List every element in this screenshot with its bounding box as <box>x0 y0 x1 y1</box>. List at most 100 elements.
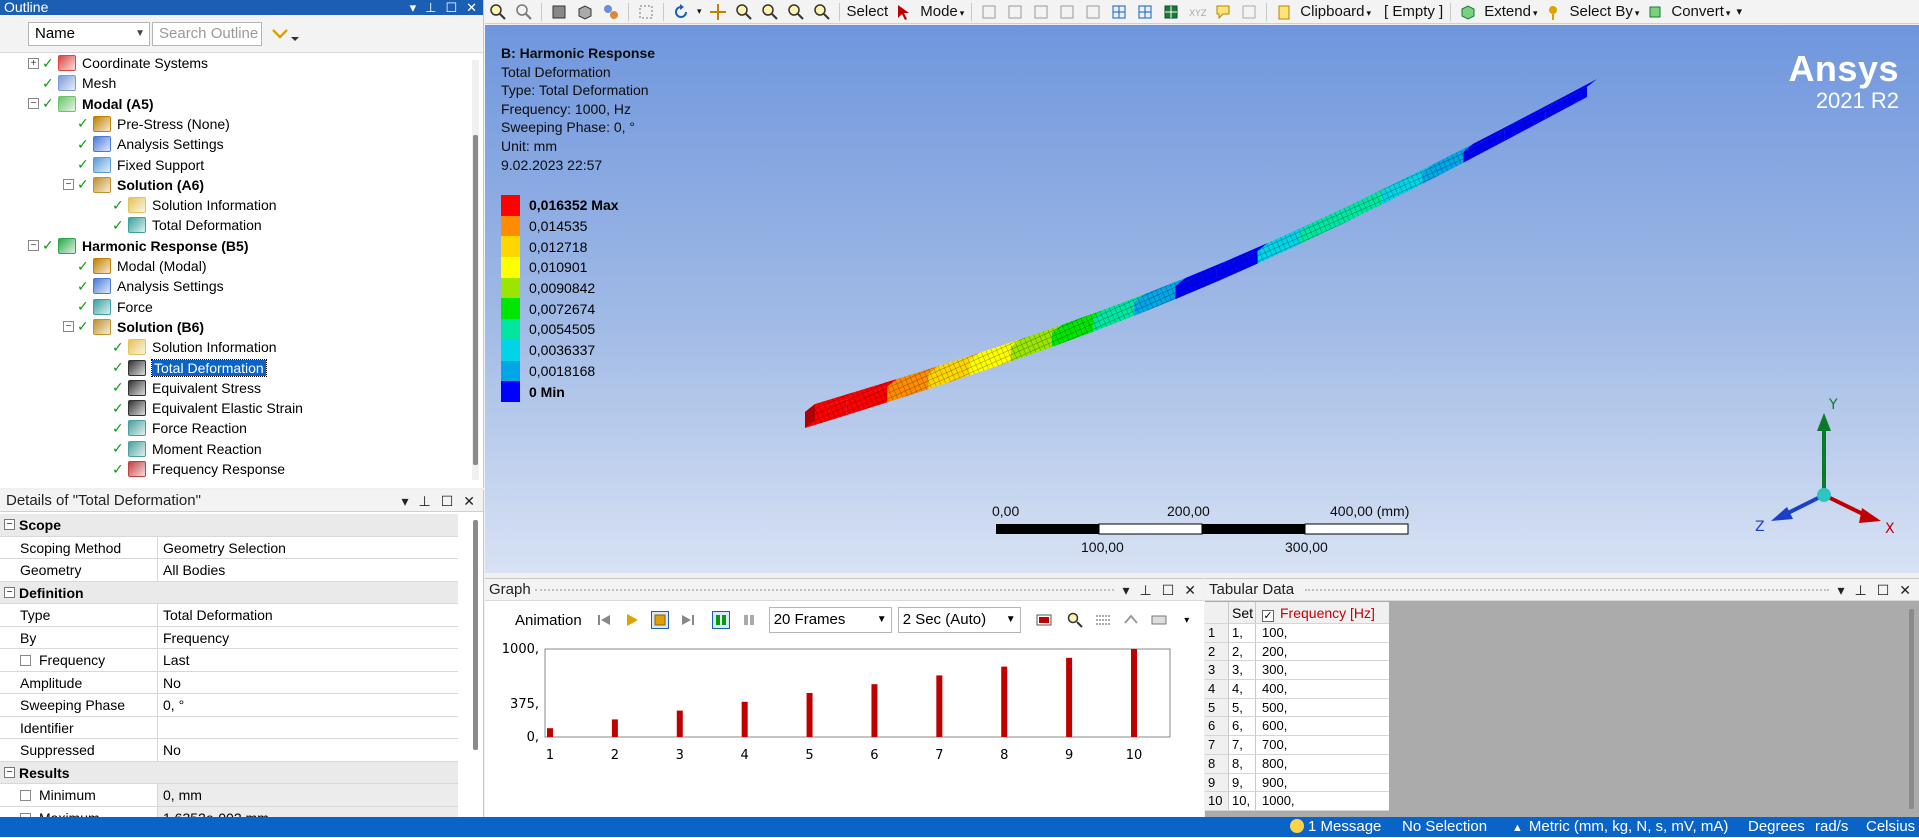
unit-system-status[interactable]: ▲ Metric (mm, kg, N, s, mV, mA) <box>1512 817 1728 838</box>
zoom-out-icon[interactable] <box>515 3 533 21</box>
property-value[interactable]: No <box>158 672 458 694</box>
details-property-row[interactable]: Geometry All Bodies <box>0 559 458 582</box>
tree-expander-icon[interactable]: − <box>28 240 39 252</box>
distributed-frames-icon[interactable] <box>711 611 730 629</box>
property-value[interactable]: Total Deformation <box>158 604 458 626</box>
details-group-header[interactable]: − Scope <box>0 514 458 537</box>
details-property-row[interactable]: Amplitude No <box>0 671 458 694</box>
expand-filter-icon[interactable] <box>270 25 300 45</box>
panel-menu-icon[interactable]: ▾ <box>1122 579 1129 601</box>
set-cell[interactable]: 4, <box>1229 680 1256 698</box>
tree-expander-icon[interactable]: − <box>63 321 74 333</box>
body-mode-icon[interactable] <box>1058 3 1076 21</box>
mesh-select-icon[interactable] <box>1162 3 1180 21</box>
element-face-icon[interactable] <box>1136 3 1154 21</box>
next-frame-icon[interactable] <box>679 611 697 629</box>
tree-node[interactable]: ✓ Force <box>63 297 153 317</box>
set-cell[interactable]: 3, <box>1229 661 1256 680</box>
set-cell[interactable]: 9, <box>1229 773 1256 792</box>
select-by-icon[interactable] <box>1544 3 1562 21</box>
table-row[interactable]: 1 1, 100, <box>1205 624 1389 643</box>
name-filter-dropdown[interactable]: Name ▼ <box>28 22 150 46</box>
element-select-icon[interactable] <box>1110 3 1128 21</box>
frequency-cell[interactable]: 600, <box>1256 717 1389 735</box>
zoom-graph-icon[interactable] <box>1066 611 1084 629</box>
close-icon[interactable]: ✕ <box>466 0 477 15</box>
pin-icon[interactable]: ⊥ <box>419 490 431 512</box>
maximize-icon[interactable]: ☐ <box>441 490 454 512</box>
pan-icon[interactable] <box>709 3 727 21</box>
node-select-icon[interactable] <box>1084 3 1102 21</box>
set-cell[interactable]: 5, <box>1229 698 1256 717</box>
tree-expander-icon[interactable]: − <box>63 179 74 191</box>
frequency-bar-chart[interactable]: 1000, 375, 0, 1 2 3 4 5 6 7 8 9 10 <box>485 639 1204 818</box>
close-icon[interactable]: ✕ <box>1899 579 1911 601</box>
table-row[interactable]: 8 8, 800, <box>1205 754 1389 774</box>
details-property-row[interactable]: Minimum 0, mm <box>0 784 458 807</box>
graph-options-icon[interactable] <box>1150 611 1168 629</box>
clipboard-dropdown[interactable]: Clipboard ▾ <box>1300 3 1371 20</box>
set-cell[interactable]: 10, <box>1229 792 1256 810</box>
tree-node[interactable]: ✓ Total Deformation <box>98 215 262 235</box>
set-cell[interactable]: 6, <box>1229 717 1256 736</box>
extend-icon[interactable] <box>1459 3 1477 21</box>
details-property-row[interactable]: Maximum 1,6352e-002 mm <box>0 806 458 817</box>
tree-node[interactable]: ✓ Equivalent Elastic Strain <box>98 398 303 418</box>
vertex-select-icon[interactable] <box>980 3 998 21</box>
property-value[interactable]: Last <box>158 649 458 671</box>
property-value[interactable]: Geometry Selection <box>158 537 458 559</box>
frequency-column-header[interactable]: ✓ Frequency [Hz] <box>1256 602 1389 623</box>
collapse-icon[interactable]: − <box>4 766 15 778</box>
toolbar-overflow-icon[interactable]: ▾ <box>1736 5 1742 18</box>
frequency-cell[interactable]: 200, <box>1256 643 1389 661</box>
details-property-row[interactable]: Frequency Last <box>0 649 458 672</box>
graph-overflow-icon[interactable]: ▾ <box>1178 611 1196 629</box>
tree-node[interactable]: ✓ Total Deformation <box>98 358 267 378</box>
multi-body-icon[interactable] <box>602 3 620 21</box>
property-value[interactable]: All Bodies <box>158 559 458 581</box>
face-mode-icon[interactable] <box>1032 3 1050 21</box>
table-row[interactable]: 10 10, 1000, <box>1205 792 1389 811</box>
result-sets-icon[interactable] <box>740 611 758 629</box>
parameter-checkbox[interactable] <box>20 655 31 666</box>
set-cell[interactable]: 8, <box>1229 754 1256 773</box>
frequency-cell[interactable]: 900, <box>1256 774 1389 792</box>
messages-status[interactable]: 1 Message <box>1290 817 1381 837</box>
tree-node[interactable]: ✓ Pre-Stress (None) <box>63 114 230 134</box>
details-property-row[interactable]: Scoping Method Geometry Selection <box>0 536 458 559</box>
tree-node[interactable]: ✓ Mesh <box>28 73 116 93</box>
collapse-icon[interactable]: − <box>4 586 15 598</box>
previous-frame-icon[interactable] <box>595 611 613 629</box>
maximize-icon[interactable]: ☐ <box>445 0 457 15</box>
rotation-unit-status[interactable]: rad/s <box>1815 817 1848 837</box>
set-column-header[interactable]: Set <box>1229 602 1256 623</box>
tree-node[interactable]: ✓ Fixed Support <box>63 155 204 175</box>
table-row[interactable]: 5 5, 500, <box>1205 698 1389 718</box>
search-outline-input[interactable]: Search Outline <box>152 22 262 46</box>
property-value[interactable]: No <box>158 739 458 761</box>
face-select-icon[interactable] <box>576 3 594 21</box>
panel-menu-icon[interactable]: ▾ <box>410 0 417 15</box>
tree-expander-icon[interactable]: + <box>28 57 39 69</box>
tree-node[interactable]: − ✓ Modal (A5) <box>28 94 154 114</box>
property-value[interactable]: 0, mm <box>158 784 458 806</box>
frequency-cell[interactable]: 100, <box>1256 624 1389 642</box>
pin-icon[interactable]: ⊥ <box>425 0 436 15</box>
zoom-to-fit-icon[interactable] <box>813 3 831 21</box>
frequency-cell[interactable]: 1000, <box>1256 792 1389 810</box>
angle-unit-status[interactable]: Degrees <box>1748 817 1805 837</box>
maximize-icon[interactable]: ☐ <box>1877 579 1890 601</box>
table-row[interactable]: 6 6, 600, <box>1205 717 1389 737</box>
tree-node[interactable]: ✓ Equivalent Stress <box>98 378 261 398</box>
tabular-scrollbar[interactable] <box>1908 609 1915 809</box>
frames-dropdown[interactable]: 20 Frames ▼ <box>768 607 892 633</box>
temperature-unit-status[interactable]: Celsius <box>1866 817 1915 837</box>
convert-icon[interactable] <box>1646 3 1664 21</box>
tree-node[interactable]: ✓ Analysis Settings <box>63 134 224 154</box>
table-row[interactable]: 2 2, 200, <box>1205 642 1389 662</box>
tree-node[interactable]: ✓ Force Reaction <box>98 418 247 438</box>
tree-node[interactable]: − ✓ Harmonic Response (B5) <box>28 236 248 256</box>
details-property-row[interactable]: By Frequency <box>0 626 458 649</box>
details-scrollbar[interactable] <box>472 520 479 810</box>
table-row[interactable]: 7 7, 700, <box>1205 736 1389 755</box>
